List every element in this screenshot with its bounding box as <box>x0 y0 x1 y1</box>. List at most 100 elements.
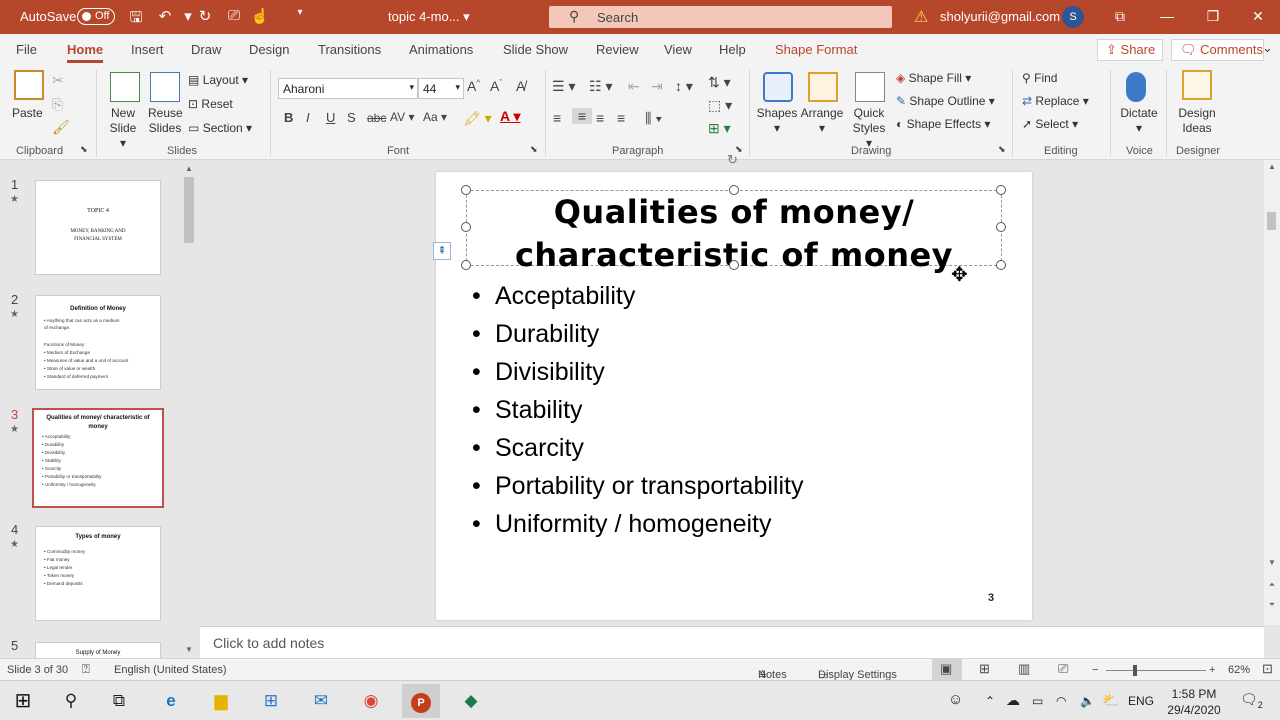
bullets-icon[interactable]: ☰ ▾ <box>552 78 575 95</box>
zoom-out-icon[interactable]: − <box>1092 664 1098 676</box>
thumbnail-scrollbar[interactable]: ▲ ▼ <box>182 162 196 658</box>
highlight-icon[interactable]: 🖍 ▾ <box>463 110 492 127</box>
resize-handle[interactable] <box>461 185 471 195</box>
next-slide-icon[interactable]: ⏷ <box>1264 600 1280 610</box>
windows-start-icon[interactable]: ⊞ <box>10 689 36 713</box>
zoom-level[interactable]: 62% <box>1228 664 1250 676</box>
shapes-button[interactable]: Shapes ▾ <box>756 106 798 136</box>
resize-handle[interactable] <box>996 222 1006 232</box>
shape-outline-button[interactable]: ✎ Shape Outline ▾ <box>896 94 995 108</box>
align-left-icon[interactable]: ≡ <box>553 110 561 126</box>
font-size-combo[interactable]: 44 ▾ <box>418 78 464 99</box>
shadow-button[interactable]: S <box>347 110 356 125</box>
wifi-icon[interactable]: ◠ <box>1056 694 1066 708</box>
scroll-up-icon[interactable]: ▲ <box>182 164 196 173</box>
font-color-icon[interactable]: A ▾ <box>500 108 521 125</box>
microphone-icon[interactable] <box>1126 72 1146 102</box>
layout-button[interactable]: ▤ Layout ▾ <box>188 73 248 87</box>
new-slide-button[interactable]: New Slide ▾ <box>106 106 140 151</box>
search-box[interactable]: ⚲ Search <box>549 6 892 28</box>
close-icon[interactable]: ✕ <box>1248 8 1268 25</box>
tab-insert[interactable]: Insert <box>131 42 164 57</box>
battery-icon[interactable]: ▭ <box>1032 694 1043 708</box>
tab-home[interactable]: Home <box>67 42 104 63</box>
copy-icon[interactable]: ⎘ <box>52 96 63 113</box>
store-icon[interactable]: ⊞ <box>258 689 284 713</box>
slide-thumbnail-5[interactable]: Supply of Money <box>35 642 161 658</box>
scroll-thumb[interactable] <box>184 177 194 243</box>
resize-handle[interactable] <box>729 260 739 270</box>
replace-button[interactable]: ⇄ Replace ▾ <box>1022 94 1089 108</box>
format-painter-icon[interactable]: 🖌 <box>52 119 70 136</box>
clipboard-launcher-icon[interactable]: ⬊ <box>80 144 88 155</box>
fit-to-window-icon[interactable]: ⊡ <box>1262 661 1273 677</box>
find-button[interactable]: ⚲ Find <box>1022 71 1057 85</box>
grow-font-icon[interactable]: A^ <box>467 78 480 94</box>
slide-bullet-list[interactable]: • Acceptability • Durability • Divisibility… <box>472 279 1012 545</box>
align-center-icon[interactable]: ≡ <box>572 108 592 124</box>
restore-icon[interactable]: ❐ <box>1203 8 1223 25</box>
zoom-slider[interactable] <box>1106 670 1206 671</box>
autosave-toggle[interactable]: Off <box>77 8 115 25</box>
underline-button[interactable]: U <box>326 110 335 125</box>
present-icon[interactable]: ⎚ <box>224 7 244 24</box>
italic-button[interactable]: I <box>306 110 310 125</box>
scroll-thumb[interactable] <box>1267 212 1276 230</box>
slideshow-view-icon[interactable]: ⎚ <box>1058 661 1068 677</box>
people-icon[interactable]: ☺ <box>948 691 963 708</box>
search-icon[interactable]: ⚲ <box>58 689 84 713</box>
slide-thumbnail-1[interactable]: TOPIC 4 MONEY, BANKING AND FINANCIAL SYS… <box>35 180 161 275</box>
onedrive-upload-icon[interactable]: ⛅ <box>1102 692 1119 709</box>
resize-handle[interactable] <box>461 260 471 270</box>
powerpoint-taskbar-button[interactable]: P <box>402 684 440 718</box>
layout-options-icon[interactable]: ⇞ <box>433 242 451 260</box>
cloud-icon[interactable]: ☁ <box>1006 692 1020 709</box>
paste-button[interactable]: Paste <box>12 106 43 121</box>
numbering-icon[interactable]: ☷ ▾ <box>589 78 612 95</box>
zoom-in-icon[interactable]: + <box>1209 664 1215 676</box>
paste-icon[interactable] <box>14 70 44 100</box>
shrink-font-icon[interactable]: Aˇ <box>490 78 502 94</box>
customize-qat-icon[interactable]: ▾ <box>290 7 310 18</box>
reset-button[interactable]: ⊡ Reset <box>188 97 233 111</box>
app-icon[interactable]: ◆ <box>458 689 484 713</box>
ribbon-collapse-icon[interactable]: ⌄ <box>1262 40 1273 56</box>
edge-icon[interactable]: e <box>158 689 184 713</box>
slide-thumbnail-4[interactable]: Types of money • Commodity money • Fiat … <box>35 526 161 621</box>
slide-title-placeholder[interactable]: Qualities of money/ characteristic of mo… <box>466 190 1002 274</box>
avatar[interactable]: S <box>1062 6 1084 28</box>
decrease-indent-icon[interactable]: ⇤ <box>628 78 640 95</box>
comments-button[interactable]: 🗨 Comments <box>1171 39 1264 61</box>
scroll-up-icon[interactable]: ▲ <box>1264 162 1280 171</box>
rotate-handle-icon[interactable]: ↻ <box>727 152 738 168</box>
chevron-up-icon[interactable]: ⌃ <box>985 694 995 708</box>
align-text-icon[interactable]: ⬚ ▾ <box>708 97 732 114</box>
tab-transitions[interactable]: Transitions <box>318 42 381 57</box>
resize-handle[interactable] <box>996 260 1006 270</box>
accessibility-icon[interactable]: ⍰ <box>82 661 90 677</box>
slide-thumbnail-2[interactable]: Definition of Money • Anything that can … <box>35 295 161 390</box>
tab-design[interactable]: Design <box>249 42 289 57</box>
font-launcher-icon[interactable]: ⬊ <box>530 144 538 155</box>
reading-view-icon[interactable]: ▥ <box>1018 661 1030 677</box>
notes-pane[interactable]: Click to add notes <box>200 626 1264 658</box>
system-clock[interactable]: 1:58 PM 29/4/2020 <box>1166 686 1222 718</box>
scroll-down-icon[interactable]: ▼ <box>1264 558 1280 567</box>
dictate-button[interactable]: Dictate ▾ <box>1118 106 1160 136</box>
clear-format-icon[interactable]: A̸ <box>516 78 525 94</box>
shapes-icon[interactable] <box>763 72 793 102</box>
justify-icon[interactable]: ≡ <box>617 110 625 126</box>
volume-icon[interactable]: 🔈 <box>1080 694 1095 708</box>
text-direction-icon[interactable]: ⇅ ▾ <box>708 74 731 91</box>
tab-review[interactable]: Review <box>596 42 639 57</box>
document-title[interactable]: topic 4-mo... ▾ <box>388 9 470 25</box>
align-right-icon[interactable]: ≡ <box>596 110 604 126</box>
tab-help[interactable]: Help <box>719 42 746 57</box>
file-explorer-icon[interactable]: ▆ <box>208 689 234 713</box>
resize-handle[interactable] <box>996 185 1006 195</box>
editor-scrollbar[interactable]: ▲ ▼ ⏶ ⏷ <box>1264 160 1280 625</box>
columns-icon[interactable]: ⫼ ▾ <box>645 110 662 127</box>
warning-icon[interactable]: ⚠ <box>914 7 928 27</box>
language-status[interactable]: English (United States) <box>114 664 227 676</box>
quick-styles-icon[interactable] <box>855 72 885 102</box>
